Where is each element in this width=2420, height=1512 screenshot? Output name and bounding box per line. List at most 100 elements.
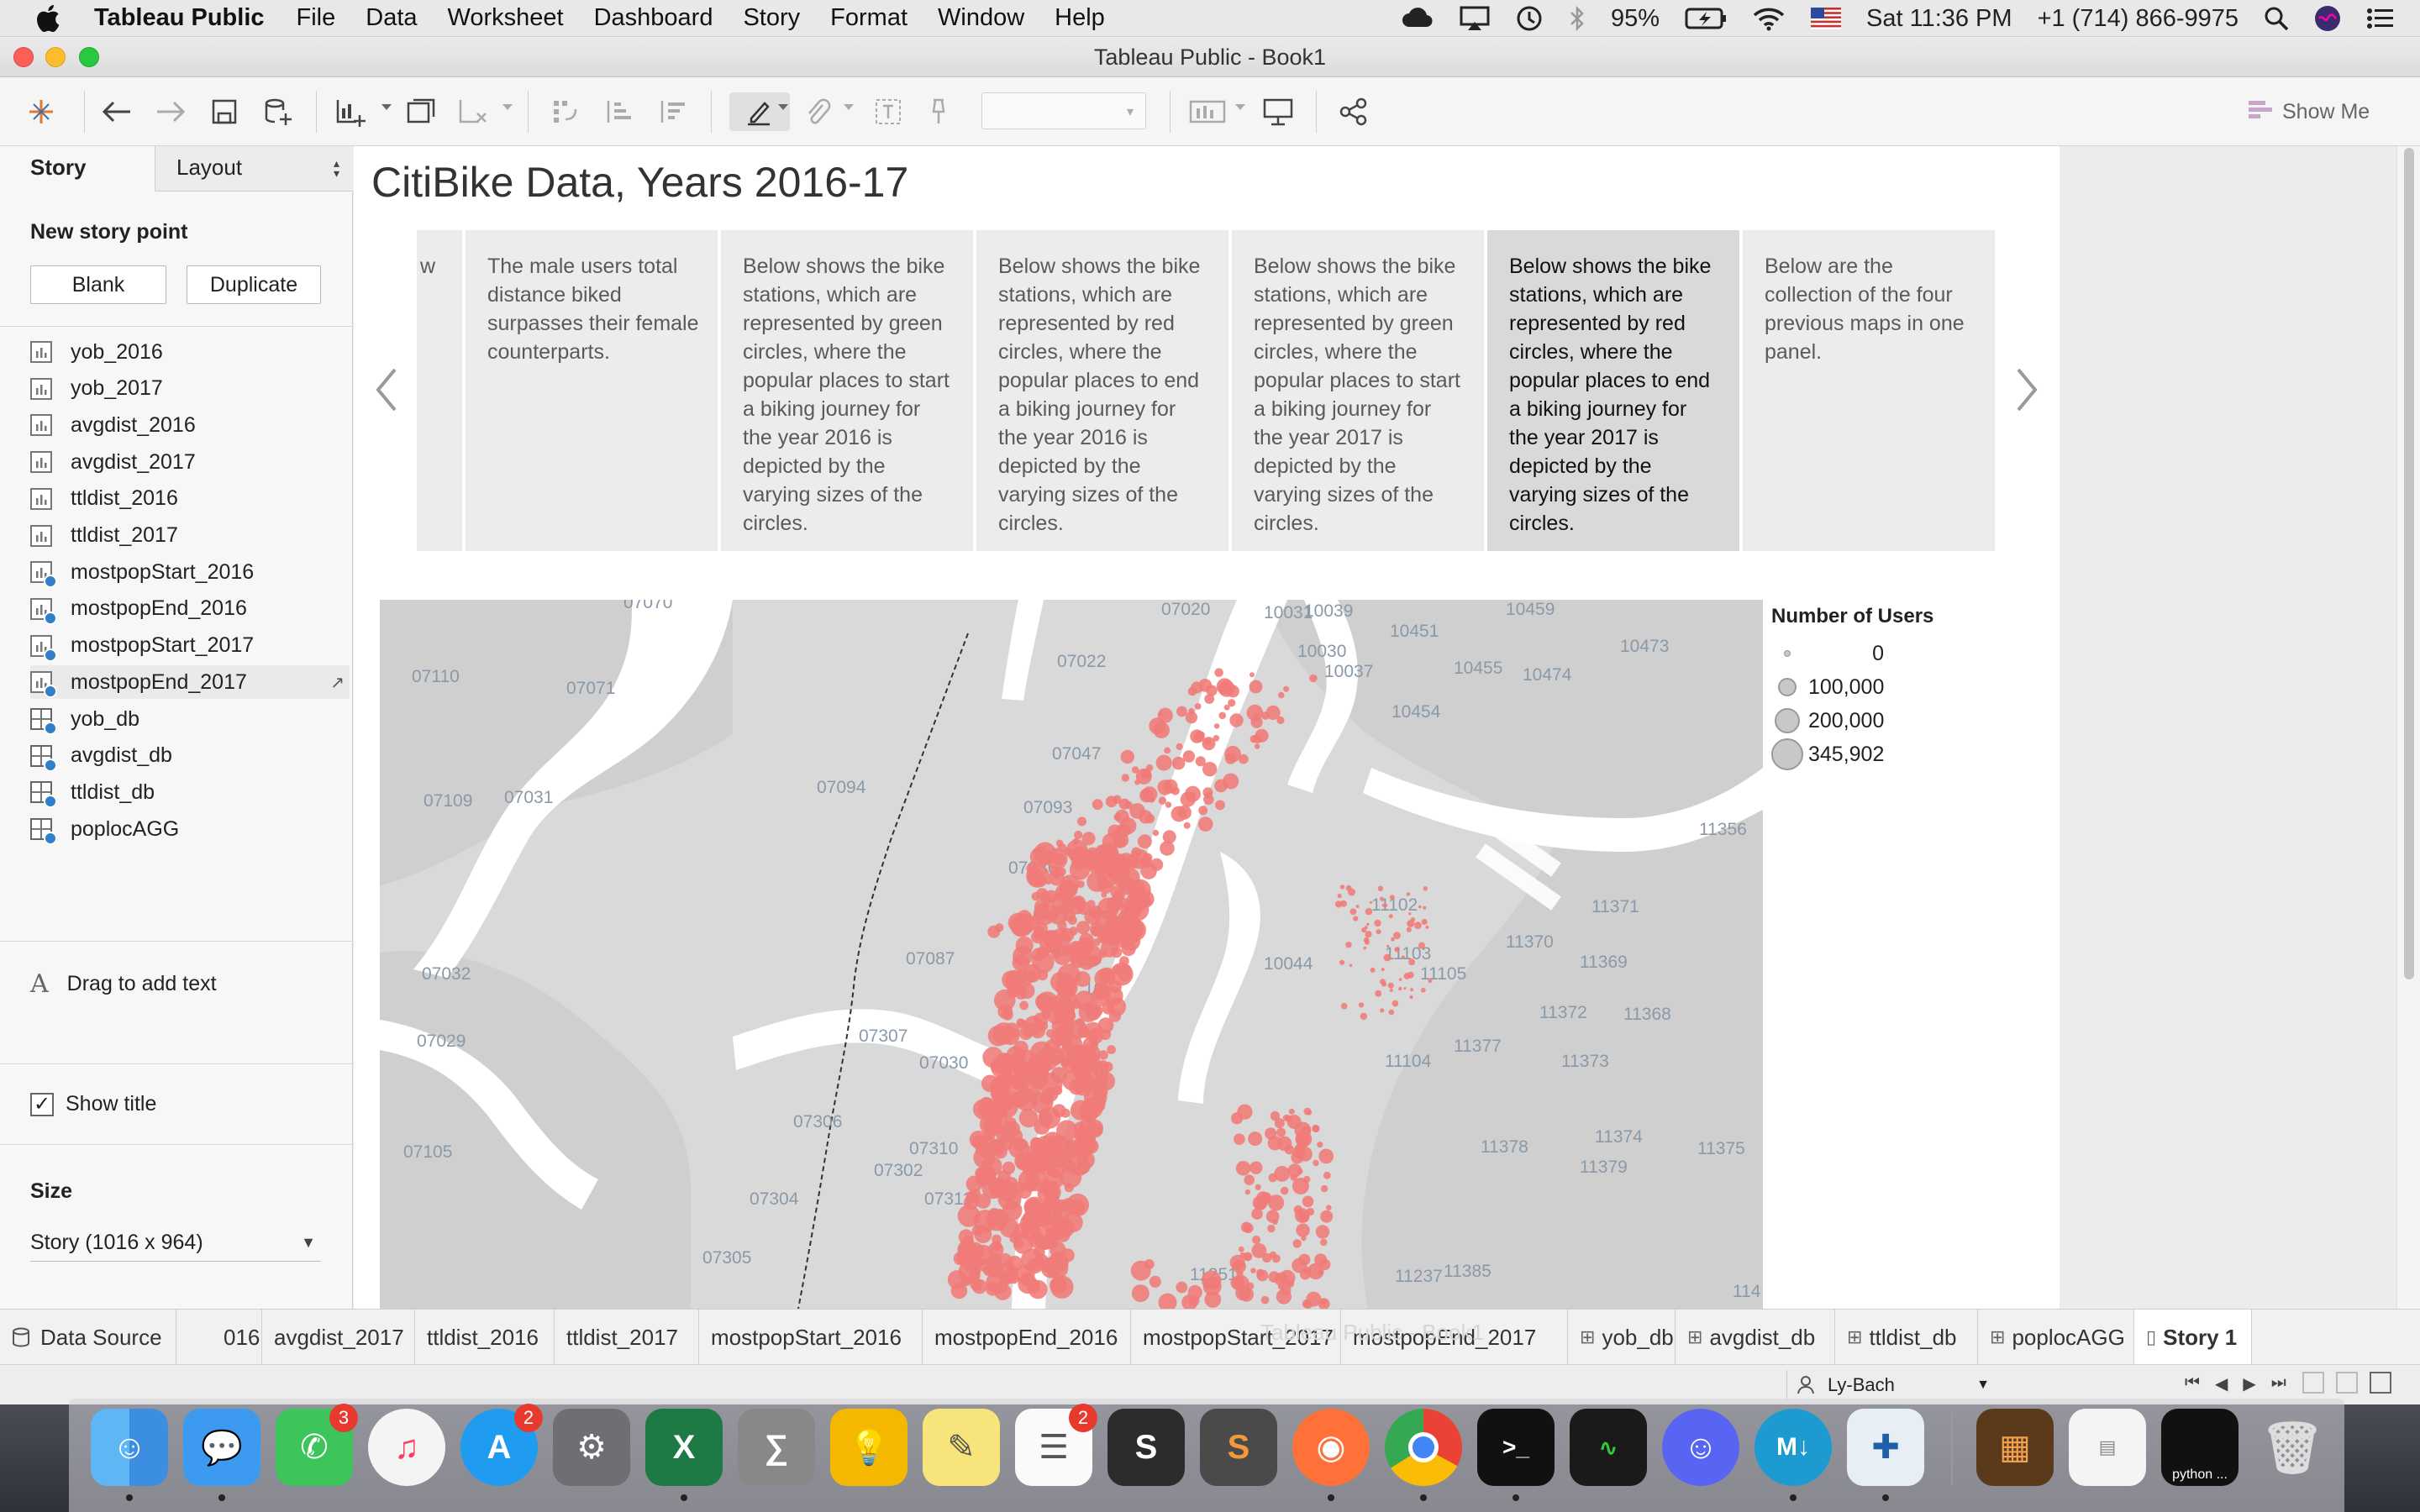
station-marker[interactable] xyxy=(1131,1284,1150,1303)
station-marker[interactable] xyxy=(1345,885,1352,891)
station-marker[interactable] xyxy=(1428,978,1433,984)
station-marker[interactable] xyxy=(1375,990,1382,997)
station-marker[interactable] xyxy=(1149,1275,1161,1288)
station-marker[interactable] xyxy=(1056,1120,1078,1142)
station-marker[interactable] xyxy=(1052,1155,1062,1166)
prev-story-point-icon[interactable] xyxy=(373,366,400,413)
station-marker[interactable] xyxy=(1071,1000,1081,1010)
new-worksheet-icon[interactable] xyxy=(331,92,370,131)
station-marker[interactable] xyxy=(1163,779,1178,794)
station-marker[interactable] xyxy=(1017,1184,1032,1199)
station-marker[interactable] xyxy=(1423,886,1428,891)
station-marker[interactable] xyxy=(958,1229,974,1245)
station-marker[interactable] xyxy=(1334,900,1343,908)
station-marker[interactable] xyxy=(1094,968,1115,990)
battery-charging-icon[interactable] xyxy=(1685,8,1727,29)
station-marker[interactable] xyxy=(1183,822,1191,829)
station-marker[interactable] xyxy=(1274,1166,1291,1182)
station-marker[interactable] xyxy=(1152,829,1160,837)
sheet-list-item[interactable]: yob_2017 xyxy=(30,372,350,406)
sheet-tab[interactable]: avgdist_2017 xyxy=(262,1310,415,1365)
station-marker[interactable] xyxy=(1320,1238,1328,1247)
station-marker[interactable] xyxy=(1148,795,1155,803)
station-marker[interactable] xyxy=(1290,1173,1297,1181)
station-marker[interactable] xyxy=(1145,764,1154,772)
drag-to-add-text[interactable]: A Drag to add text xyxy=(30,969,217,999)
station-marker[interactable] xyxy=(1353,916,1359,921)
station-marker[interactable] xyxy=(1076,1151,1095,1169)
station-marker[interactable] xyxy=(1185,711,1198,724)
station-marker[interactable] xyxy=(1040,1009,1051,1019)
station-marker[interactable] xyxy=(1265,1127,1277,1140)
station-marker[interactable] xyxy=(1326,1205,1332,1210)
station-marker[interactable] xyxy=(1043,1185,1058,1200)
sheet-list-item[interactable]: ttldist_2017 xyxy=(30,519,350,553)
station-marker[interactable] xyxy=(1016,1018,1025,1027)
station-marker[interactable] xyxy=(1099,935,1109,944)
station-marker[interactable] xyxy=(1272,1219,1278,1226)
station-marker[interactable] xyxy=(1120,898,1130,908)
station-marker[interactable] xyxy=(993,1145,1007,1159)
station-marker[interactable] xyxy=(1380,979,1386,985)
user-menu[interactable]: Ly-Bach ▼ xyxy=(1786,1370,1998,1400)
system-preferences-icon[interactable]: ⚙ xyxy=(553,1409,630,1486)
station-marker[interactable] xyxy=(1086,871,1107,892)
sort-ascending-icon[interactable] xyxy=(600,92,639,131)
station-marker[interactable] xyxy=(1243,1223,1254,1233)
station-marker[interactable] xyxy=(1365,907,1373,916)
swap-rows-columns-icon[interactable] xyxy=(546,92,585,131)
us-flag-icon[interactable] xyxy=(1811,8,1841,29)
station-marker[interactable] xyxy=(1248,1131,1263,1147)
station-marker[interactable] xyxy=(1027,1257,1043,1274)
redo-icon[interactable] xyxy=(151,92,190,131)
station-marker[interactable] xyxy=(1297,1168,1303,1175)
station-marker[interactable] xyxy=(987,925,1001,938)
station-marker[interactable] xyxy=(1194,703,1202,710)
station-marker[interactable] xyxy=(1318,1148,1334,1164)
show-title-toggle[interactable]: ✓ Show title xyxy=(30,1092,156,1116)
station-marker[interactable] xyxy=(1015,936,1034,955)
station-marker[interactable] xyxy=(1386,944,1390,948)
station-marker[interactable] xyxy=(1309,674,1318,683)
station-marker[interactable] xyxy=(1107,1045,1116,1054)
story-point-caption[interactable]: Below shows the bike stations, which are… xyxy=(1487,230,1739,551)
station-marker[interactable] xyxy=(1165,801,1172,808)
station-marker[interactable] xyxy=(1286,1115,1302,1129)
station-marker[interactable] xyxy=(1140,855,1152,868)
station-marker[interactable] xyxy=(1246,1282,1255,1290)
stickies-icon[interactable]: ✎ xyxy=(923,1409,1000,1486)
station-marker[interactable] xyxy=(1283,685,1290,692)
station-marker[interactable] xyxy=(1365,931,1372,938)
station-marker[interactable] xyxy=(1366,922,1370,926)
station-marker[interactable] xyxy=(1374,919,1381,927)
station-marker[interactable] xyxy=(1410,917,1416,922)
sheet-list-item[interactable]: avgdist_db xyxy=(30,739,350,773)
station-marker[interactable] xyxy=(1421,918,1428,926)
firefox-icon[interactable]: ◉ xyxy=(1292,1409,1370,1501)
station-marker[interactable] xyxy=(1036,888,1049,900)
station-marker[interactable] xyxy=(1182,750,1196,763)
story-point-caption[interactable]: Below shows the bike stations, which are… xyxy=(721,230,973,551)
activity-monitor-icon[interactable]: ∿ xyxy=(1570,1409,1647,1486)
station-marker[interactable] xyxy=(1406,927,1412,932)
menu-data[interactable]: Data xyxy=(366,4,417,32)
station-marker[interactable] xyxy=(1255,1184,1261,1190)
station-marker[interactable] xyxy=(1401,955,1405,959)
station-marker[interactable] xyxy=(1073,948,1091,965)
station-marker[interactable] xyxy=(1244,1189,1251,1195)
first-tab-icon[interactable]: ⏮ xyxy=(2185,1373,2200,1394)
sheet-tab[interactable]: 016 xyxy=(212,1310,262,1365)
tableau-logo-icon[interactable] xyxy=(22,92,60,131)
station-marker[interactable] xyxy=(1369,900,1373,904)
station-marker[interactable] xyxy=(1249,672,1255,678)
user-phone[interactable]: +1 (714) 866-9975 xyxy=(2038,5,2238,33)
sheet-list-item[interactable]: yob_2016 xyxy=(30,335,350,369)
station-marker[interactable] xyxy=(1198,731,1205,738)
station-marker[interactable] xyxy=(1383,953,1392,962)
station-marker[interactable] xyxy=(1393,932,1401,939)
spotlight-search-icon[interactable] xyxy=(2264,6,2289,31)
station-marker[interactable] xyxy=(1303,1299,1313,1309)
station-marker[interactable] xyxy=(1314,1253,1328,1267)
station-marker[interactable] xyxy=(1092,1099,1106,1112)
station-marker[interactable] xyxy=(1250,1268,1256,1273)
